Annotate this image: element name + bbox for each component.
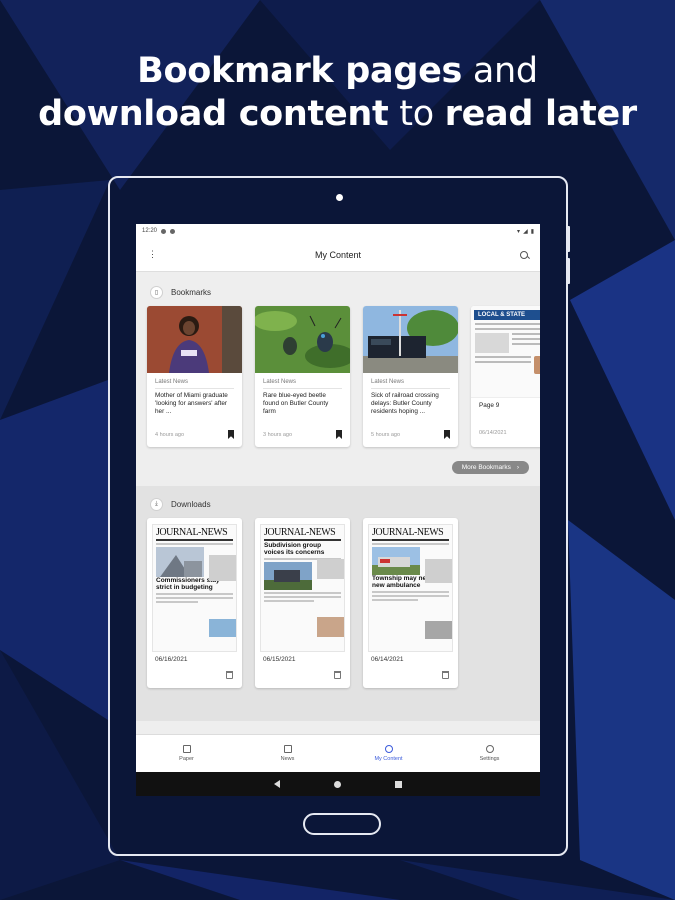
signal-icon: ◢ bbox=[523, 228, 528, 235]
volume-button bbox=[567, 226, 570, 252]
nav-paper[interactable]: Paper bbox=[157, 745, 217, 762]
article-time: 3 hours ago bbox=[263, 431, 293, 438]
status-time: 12:20 bbox=[142, 228, 158, 234]
nav-news-label: News bbox=[280, 756, 295, 762]
chevron-right-icon: › bbox=[516, 464, 519, 471]
bookmarks-label: Bookmarks bbox=[171, 287, 212, 297]
search-icon[interactable] bbox=[520, 250, 528, 259]
page-label: Page 9 bbox=[479, 402, 500, 409]
recents-icon[interactable] bbox=[395, 780, 402, 788]
trash-icon[interactable] bbox=[334, 671, 341, 679]
home-icon[interactable] bbox=[334, 780, 341, 788]
article-time: 4 hours ago bbox=[155, 431, 185, 438]
app-bar: ⋮ My Content bbox=[136, 238, 540, 272]
bookmark-icon[interactable] bbox=[228, 430, 234, 439]
bookmark-list: Latest News Mother of Miami graduate 'lo… bbox=[136, 306, 540, 447]
battery-icon: ▮ bbox=[530, 228, 534, 235]
card-divider bbox=[263, 388, 342, 389]
page-thumbnail: LOCAL & STATE bbox=[471, 306, 540, 398]
more-bookmarks-button[interactable]: More Bookmarks › bbox=[451, 461, 529, 474]
paper-masthead: JOURNAL-NEWS bbox=[264, 527, 336, 538]
article-headline: Rare blue-eyed beetle found on Butler Co… bbox=[263, 392, 329, 415]
page-title: My Content bbox=[314, 249, 362, 260]
card-divider bbox=[155, 388, 234, 389]
headline-bold-2: download content bbox=[38, 94, 389, 134]
article-category: Latest News bbox=[371, 379, 405, 385]
article-category: Latest News bbox=[263, 379, 297, 385]
download-card[interactable]: JOURNAL-NEWS Commissioners stay strict i… bbox=[147, 518, 242, 688]
person-icon bbox=[384, 745, 393, 753]
article-category: Latest News bbox=[155, 379, 189, 385]
news-icon bbox=[283, 745, 292, 753]
bookmark-card[interactable]: Latest News Mother of Miami graduate 'lo… bbox=[147, 306, 242, 447]
power-button bbox=[567, 258, 570, 284]
article-time: 5 hours ago bbox=[371, 431, 401, 438]
home-key[interactable] bbox=[303, 813, 381, 835]
more-bookmarks-label: More Bookmarks bbox=[461, 464, 511, 471]
newspaper-thumbnail: JOURNAL-NEWS Township may need 2nd new a… bbox=[368, 524, 453, 652]
downloads-section: ⤓ Downloads JOURNAL-NEWS Commissioners s… bbox=[136, 486, 540, 721]
lock-icon bbox=[170, 228, 176, 234]
download-date: 06/16/2021 bbox=[155, 656, 188, 663]
headline-light-2: to bbox=[399, 94, 434, 134]
headline-bold-1: Bookmark pages bbox=[137, 51, 463, 91]
article-headline: Sick of railroad crossing delays: Butler… bbox=[371, 392, 439, 415]
promo-headline: Bookmark pages and download content to r… bbox=[0, 50, 675, 136]
download-card[interactable]: JOURNAL-NEWS Subdivision group voices it… bbox=[255, 518, 350, 688]
article-thumbnail bbox=[363, 306, 458, 373]
paper-masthead: JOURNAL-NEWS bbox=[156, 527, 228, 538]
page-date: 06/14/2021 bbox=[479, 430, 507, 436]
nav-settings-label: Settings bbox=[479, 756, 500, 762]
article-thumbnail bbox=[255, 306, 350, 373]
status-bar: 12:20 ▾ ◢ ▮ bbox=[136, 224, 540, 238]
bookmark-card[interactable]: Latest News Rare blue-eyed beetle found … bbox=[255, 306, 350, 447]
bookmarks-header: ▯ Bookmarks bbox=[136, 278, 540, 306]
nav-my-content-label: My Content bbox=[374, 756, 403, 762]
paper-banner: LOCAL & STATE bbox=[474, 310, 540, 320]
download-list: JOURNAL-NEWS Commissioners stay strict i… bbox=[136, 518, 540, 688]
download-date: 06/15/2021 bbox=[263, 656, 296, 663]
bookmark-section-icon: ▯ bbox=[150, 285, 163, 299]
back-icon[interactable] bbox=[274, 780, 280, 788]
downloads-label: Downloads bbox=[171, 499, 211, 509]
newspaper-thumbnail: JOURNAL-NEWS Commissioners stay strict i… bbox=[152, 524, 237, 652]
nav-news[interactable]: News bbox=[258, 745, 318, 762]
bookmark-icon[interactable] bbox=[444, 430, 450, 439]
bottom-navigation: Paper News My Content Settings bbox=[136, 734, 540, 772]
bookmark-icon[interactable] bbox=[336, 430, 342, 439]
article-headline: Mother of Miami graduate 'looking for an… bbox=[155, 392, 228, 415]
nav-my-content[interactable]: My Content bbox=[359, 745, 419, 762]
wifi-icon: ▾ bbox=[517, 228, 521, 235]
paper-icon bbox=[182, 745, 191, 753]
card-divider bbox=[371, 388, 450, 389]
paper-masthead: JOURNAL-NEWS bbox=[372, 527, 444, 538]
nav-settings[interactable]: Settings bbox=[460, 745, 520, 762]
headline-light-1: and bbox=[472, 51, 538, 91]
device-screen: 12:20 ▾ ◢ ▮ ⋮ My Content ▯ Bookmarks Lat… bbox=[136, 224, 540, 796]
notification-icon bbox=[161, 228, 167, 234]
camera-dot bbox=[336, 194, 343, 201]
trash-icon[interactable] bbox=[226, 671, 233, 679]
gear-icon bbox=[485, 745, 494, 753]
system-navigation bbox=[136, 772, 540, 796]
download-date: 06/14/2021 bbox=[371, 656, 404, 663]
nav-paper-label: Paper bbox=[179, 756, 194, 762]
bookmark-card[interactable]: Latest News Sick of railroad crossing de… bbox=[363, 306, 458, 447]
newspaper-thumbnail: JOURNAL-NEWS Subdivision group voices it… bbox=[260, 524, 345, 652]
downloads-header: ⤓ Downloads bbox=[136, 490, 540, 518]
bookmark-card[interactable]: LOCAL & STATE Page 9 06/14/2021 bbox=[471, 306, 540, 447]
trash-icon[interactable] bbox=[442, 671, 449, 679]
headline-bold-3: read later bbox=[444, 94, 638, 134]
article-thumbnail bbox=[147, 306, 242, 373]
paper-headline: Subdivision group voices its concerns bbox=[264, 542, 325, 556]
download-section-icon: ⤓ bbox=[150, 497, 163, 511]
download-card[interactable]: JOURNAL-NEWS Township may need 2nd new a… bbox=[363, 518, 458, 688]
